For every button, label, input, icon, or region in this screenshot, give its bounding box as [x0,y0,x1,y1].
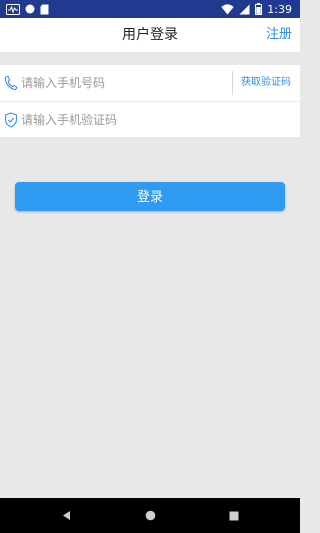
circle-icon [25,4,35,14]
code-input[interactable] [21,110,221,130]
login-button[interactable]: 登录 [15,182,285,211]
get-code-button[interactable]: 获取验证码 [236,65,296,101]
recents-button[interactable] [214,498,254,533]
register-link[interactable]: 注册 [266,18,292,52]
login-form: 获取验证码 [0,65,300,137]
back-button[interactable] [46,498,86,533]
battery-icon [255,3,263,15]
status-notifications [6,3,49,15]
header-bar: 用户登录 注册 [0,18,300,52]
home-icon [145,510,155,521]
phone-input[interactable] [21,73,221,93]
signal-icon [239,4,250,14]
page-title: 用户登录 [122,27,178,43]
wifi-icon [221,3,234,15]
field-divider [232,71,233,95]
activity-icon [6,3,20,15]
phone-icon [4,75,18,91]
status-system: 1:39 [221,2,292,16]
code-row [0,102,300,138]
sd-card-icon [40,4,49,14]
phone-row: 获取验证码 [0,65,300,102]
back-icon [62,511,70,520]
home-button[interactable] [130,498,170,533]
shield-check-icon [4,112,18,128]
status-time: 1:39 [267,2,292,16]
system-navigation-bar [0,498,300,533]
status-bar: 1:39 [0,0,300,18]
recents-icon [229,511,239,520]
